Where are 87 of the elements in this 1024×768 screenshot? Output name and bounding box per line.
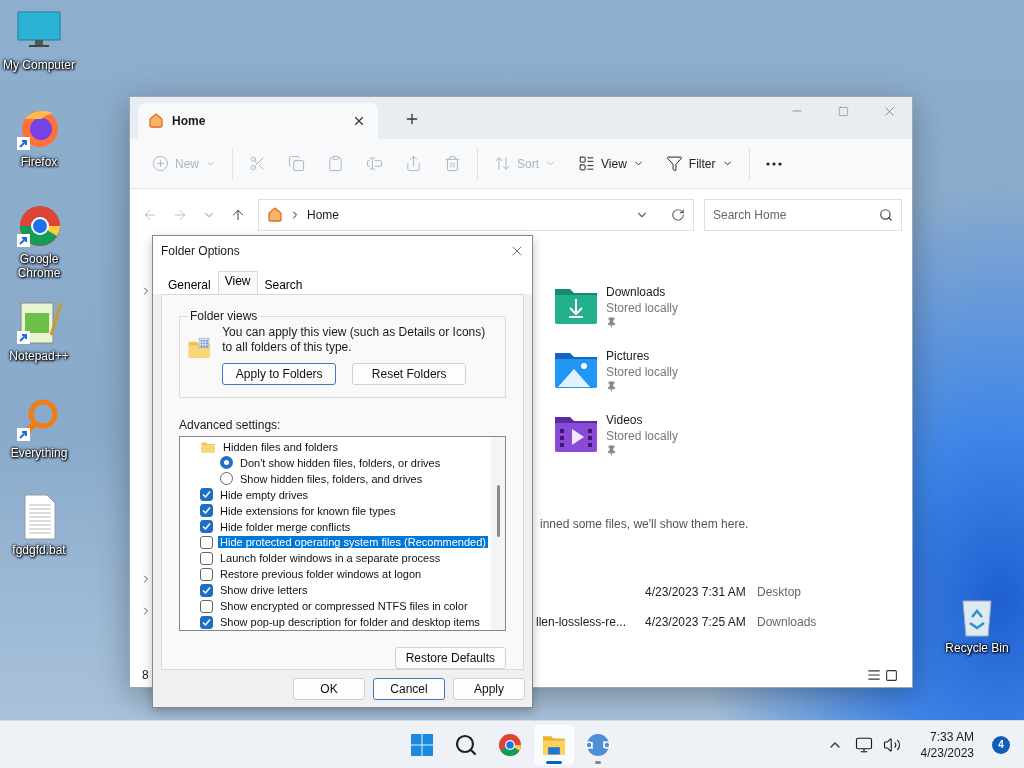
setting-label[interactable]: Hide extensions for known file types [218,504,398,517]
chrome-icon [498,733,522,757]
date-cell-text: 4/23/2023 7:31 AM [645,585,747,599]
folder-view-button[interactable]: Apply to Folders [222,363,337,385]
network-icon[interactable] [854,735,873,754]
clock-date: 4/23/2023 [920,744,974,761]
setting-label[interactable]: Show drive letters [218,584,310,597]
checkbox[interactable] [200,520,213,534]
setting-label[interactable]: Hide empty drives [218,488,311,501]
dialog-title: Folder Options [161,244,241,258]
folder-tile[interactable]: Pictures Stored locally [536,349,912,413]
dialog-button[interactable]: Apply [453,677,525,700]
setting-label[interactable]: Hide folder merge conflicts [218,520,353,533]
dialog-button[interactable]: OK [293,677,365,700]
qbittorrent-icon [586,733,610,757]
folder-status: Stored locally [606,301,679,315]
checkbox[interactable] [200,488,213,502]
explorer-tab[interactable]: Home [138,103,378,139]
refresh-icon[interactable] [671,208,685,222]
search-icon [879,208,893,222]
folder-name: Videos [606,413,644,427]
notification-badge[interactable]: 4 [992,735,1010,754]
folder-tile[interactable]: Downloads Stored locally [536,285,912,349]
checkbox[interactable] [200,583,213,597]
setting-label[interactable]: Show encrypted or compressed NTFS files in color [218,600,470,613]
close-icon [352,114,366,128]
folder-tile[interactable]: Videos Stored locally [536,413,912,477]
dialog-tab[interactable]: View [217,271,258,294]
group-legend: Folder views [188,309,260,323]
checkbox[interactable] [200,599,213,613]
checkbox[interactable] [200,536,213,549]
checkbox[interactable] [200,504,213,518]
square-icon [885,668,898,682]
volume-icon[interactable] [882,735,901,754]
location-cell-text: Downloads [757,615,818,629]
folder-status: Stored locally [606,365,679,379]
setting-label[interactable]: Show pop-up description for folder and desktop items [218,616,482,629]
checkbox[interactable] [200,615,213,629]
setting-label[interactable]: Restore previous folder windows at logon [218,568,424,581]
dialog-tab[interactable]: Search [257,274,310,294]
recent-file-row[interactable]: 4/23/2023 7:31 AM Desktop [536,577,912,607]
empty-favorites-message: inned some files, we'll show them here. [539,517,750,531]
file-name: llen-lossless-re... [536,615,627,629]
view-button[interactable]: View [568,146,654,181]
windows-start-icon [410,733,434,757]
forward-arrow-icon [172,207,188,223]
dialog-tab[interactable]: General [161,274,218,294]
clock[interactable]: 7:33 AM 4/23/2023 [920,728,974,761]
pin-icon [606,445,617,456]
breadcrumb[interactable]: Home [307,208,629,222]
location-cell-text: Desktop [757,585,803,599]
folder-status: Stored locally [606,429,679,443]
item-count: 8 [142,668,149,682]
home-icon [267,207,283,223]
home-icon [148,113,164,129]
folder-view-button[interactable]: Reset Folders [352,363,467,385]
setting-label[interactable]: Show hidden files, folders, and drives [238,472,425,485]
filter-button[interactable]: Filter [655,146,743,181]
radio-button[interactable] [220,472,233,486]
folder-name: Downloads [606,285,667,299]
radio-button[interactable] [220,456,233,470]
pin-icon [606,381,617,392]
checkbox[interactable] [200,551,213,565]
checkbox[interactable] [200,567,213,581]
folder-name: Pictures [606,349,651,363]
scrollbar-thumb[interactable] [496,485,500,537]
setting-label[interactable]: Launch folder windows in a separate process [218,552,443,565]
folder-icon [200,440,216,454]
recycle-bin-shortcut[interactable]: Recycle Bin [940,595,1014,655]
clock-time: 7:33 AM [929,728,974,745]
advanced-settings-label: Advanced settings: [179,418,282,432]
date-cell-text: 4/23/2023 7:25 AM [645,615,747,629]
list-lines-icon [867,668,881,682]
pin-icon [606,317,617,328]
recent-file-row[interactable]: llen-lossless-re... 4/23/2023 7:25 AM Downloads [536,607,912,637]
maximize-icon [837,105,849,117]
folder-icon [542,734,566,756]
address-bar[interactable]: Home [258,199,694,231]
restore-defaults-button[interactable]: Restore Defaults [394,647,506,669]
setting-label[interactable]: Hide protected operating system files (Recommended) [218,536,488,549]
dialog-button[interactable]: Cancel [373,677,445,700]
plus-icon [404,111,420,127]
folder-views-description: You can apply this view (such as Details or Icons) to all folders of this type. [222,325,487,355]
search-icon [454,733,478,757]
search-field[interactable]: Search Home [704,199,902,231]
setting-label[interactable]: Don't show hidden files, folders, or drives [238,456,443,469]
setting-label[interactable]: Hidden files and folders [221,440,340,453]
